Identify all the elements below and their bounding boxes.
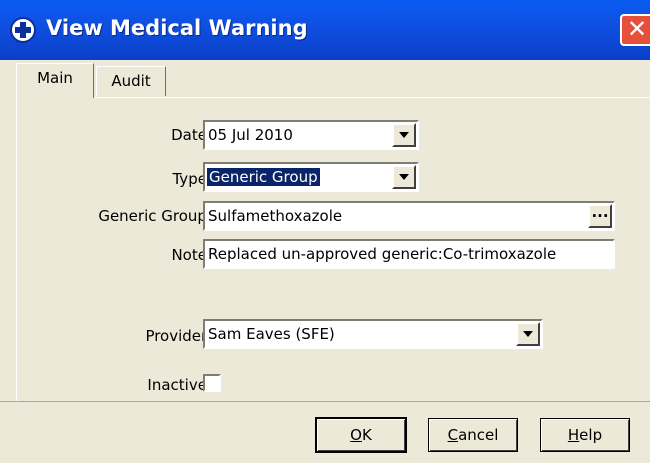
help-button[interactable]: Help <box>540 418 630 452</box>
cancel-mnemonic: C <box>447 426 459 444</box>
help-mnemonic: H <box>567 426 580 444</box>
date-value: 05 Jul 2010 <box>208 126 293 144</box>
provider-dropdown-button[interactable] <box>516 322 540 346</box>
medical-warning-dialog: View Medical Warning ✕ Main Audit Date: … <box>0 0 650 463</box>
generic-group-browse-button[interactable]: ... <box>588 204 612 228</box>
dialog-body: Main Audit Date: 05 Jul 2010 Type: Gener… <box>0 60 650 463</box>
close-button[interactable]: ✕ <box>620 14 650 46</box>
tab-main-label: Main <box>37 69 73 87</box>
chevron-down-icon <box>523 331 533 337</box>
tab-main[interactable]: Main <box>16 63 94 98</box>
provider-value: Sam Eaves (SFE) <box>208 325 335 343</box>
cancel-label-rest: ancel <box>458 426 499 444</box>
medical-cross-icon <box>10 17 36 43</box>
tab-strip: Main Audit <box>0 60 650 98</box>
type-select[interactable]: Generic Group <box>203 162 419 192</box>
date-dropdown-button[interactable] <box>392 123 416 147</box>
provider-select[interactable]: Sam Eaves (SFE) <box>203 319 543 349</box>
button-bar: OK Cancel Help <box>0 401 650 463</box>
cancel-button[interactable]: Cancel <box>428 418 518 452</box>
note-field[interactable]: Replaced un-approved generic:Co-trimoxaz… <box>203 239 615 269</box>
chevron-down-icon <box>399 132 409 138</box>
generic-group-value: Sulfamethoxazole <box>208 207 343 225</box>
help-label-rest: elp <box>579 426 603 444</box>
chevron-down-icon <box>399 174 409 180</box>
ok-button[interactable]: OK <box>315 417 407 453</box>
note-value: Replaced un-approved generic:Co-trimoxaz… <box>208 245 557 263</box>
date-picker[interactable]: 05 Jul 2010 <box>203 120 419 150</box>
type-dropdown-button[interactable] <box>392 165 416 189</box>
inactive-checkbox[interactable] <box>203 374 221 392</box>
tab-audit-label: Audit <box>111 72 151 90</box>
tab-audit[interactable]: Audit <box>96 66 166 96</box>
close-icon: ✕ <box>626 15 648 43</box>
type-value: Generic Group <box>207 168 320 186</box>
main-tab-panel: Date: 05 Jul 2010 Type: Generic Group Ge… <box>16 97 650 401</box>
generic-group-field[interactable]: Sulfamethoxazole ... <box>203 201 615 231</box>
title-bar[interactable]: View Medical Warning ✕ <box>0 0 650 60</box>
ok-label-rest: K <box>361 426 372 444</box>
ok-mnemonic: O <box>350 426 362 444</box>
generic-group-label: Generic Group: <box>98 207 212 225</box>
window-title: View Medical Warning <box>46 16 308 40</box>
